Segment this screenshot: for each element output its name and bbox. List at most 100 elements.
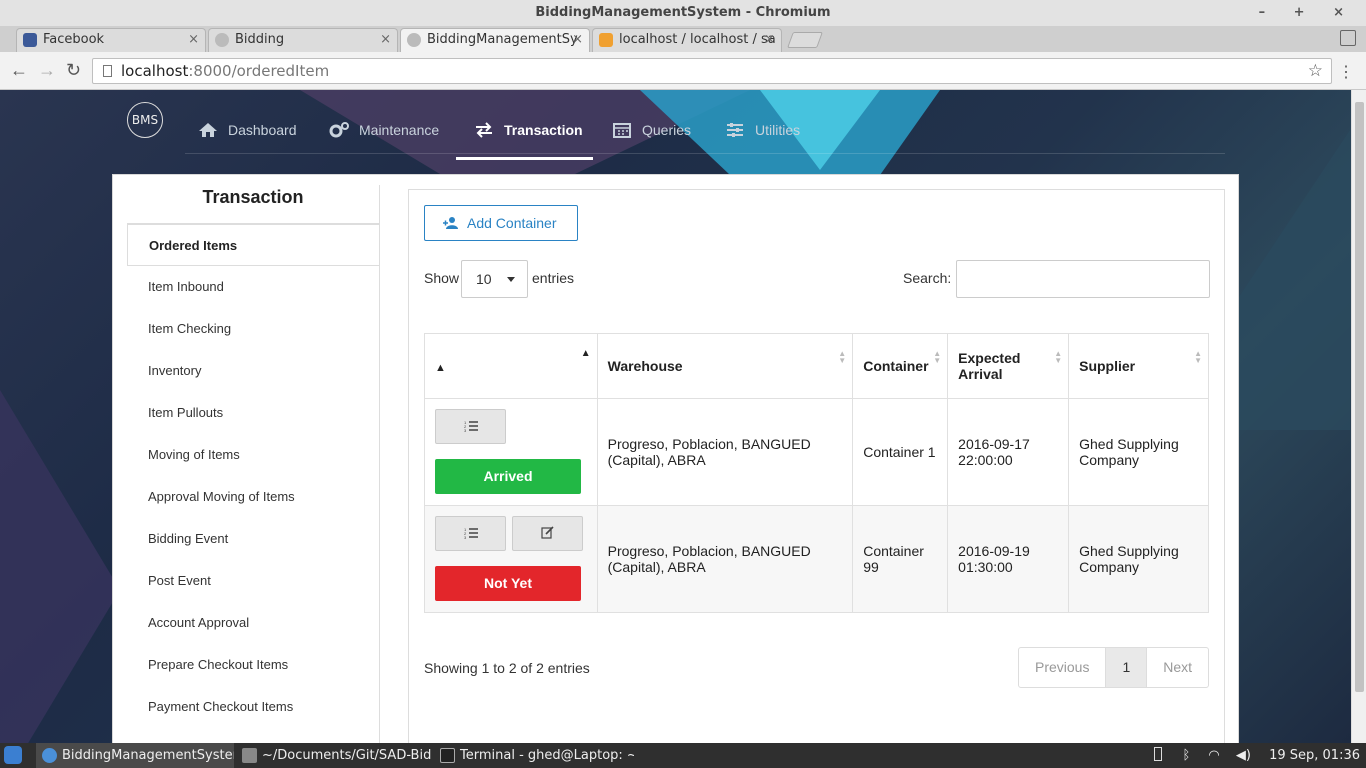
close-icon[interactable]: × xyxy=(572,29,583,51)
app-logo[interactable]: BMS xyxy=(127,102,163,138)
taskbar-item-terminal[interactable]: Terminal - ghed@Laptop: ~/... xyxy=(434,743,634,768)
tab-label: BiddingManagementSy xyxy=(427,32,578,47)
edit-icon xyxy=(541,526,554,539)
table-header-row: ▲ ▲ Warehouse ▲▼ Container ▲▼ Expected xyxy=(424,333,1209,399)
page-scrollbar[interactable] xyxy=(1351,90,1366,743)
sidebar-item-prepare-checkout[interactable]: Prepare Checkout Items xyxy=(127,644,379,686)
sidebar-item-item-inbound[interactable]: Item Inbound xyxy=(127,266,379,308)
close-icon[interactable]: × xyxy=(188,29,199,51)
cell-expected-arrival: 2016-09-17 22:00:00 xyxy=(947,398,1070,506)
tab-facebook[interactable]: Facebook × xyxy=(16,28,206,52)
sidebar-item-payment-checkout[interactable]: Payment Checkout Items xyxy=(127,686,379,728)
sidebar-item-account-approval[interactable]: Account Approval xyxy=(127,602,379,644)
sliders-icon xyxy=(727,123,743,137)
page-size-select[interactable]: 10 xyxy=(461,260,528,298)
back-icon[interactable]: ← xyxy=(10,60,28,81)
address-bar[interactable]: localhost:8000/orderedItem ☆ xyxy=(92,58,1332,84)
nav-label: Queries xyxy=(642,122,692,138)
status-not-yet-button[interactable]: Not Yet xyxy=(435,566,581,601)
sidebar-item-approval-moving[interactable]: Approval Moving of Items xyxy=(127,476,379,518)
wifi-icon[interactable]: ◠ xyxy=(1208,748,1219,763)
sidebar-item-bidding-event[interactable]: Bidding Event xyxy=(127,518,379,560)
menu-icon[interactable]: ⋮ xyxy=(1338,62,1354,82)
column-header-supplier[interactable]: Supplier ▲ ▼ xyxy=(1068,333,1209,399)
column-label: Supplier xyxy=(1079,358,1136,374)
view-items-button[interactable]: 123 xyxy=(435,516,506,551)
ordered-items-table: ▲ ▲ Warehouse ▲▼ Container ▲▼ Expected xyxy=(424,333,1209,613)
page-viewport: BMS Dashboard Maintenance Transaction Qu… xyxy=(0,90,1351,743)
phpmyadmin-icon xyxy=(599,33,613,47)
sort-icon: ▲ ▼ xyxy=(1194,349,1202,365)
nav-label: Transaction xyxy=(504,122,583,138)
reload-icon[interactable]: ↻ xyxy=(66,60,81,81)
list-ol-icon: 123 xyxy=(464,420,478,433)
tab-phpmyadmin[interactable]: localhost / localhost / sa × xyxy=(592,28,782,52)
cell-supplier: Ghed Supplying Company xyxy=(1068,505,1209,613)
view-items-button[interactable]: 123 xyxy=(435,409,506,444)
tab-bidding[interactable]: Bidding × xyxy=(208,28,398,52)
profile-icon[interactable] xyxy=(1340,30,1356,46)
sort-asc-indicator: ▲ xyxy=(435,362,446,374)
volume-icon[interactable]: ◀) xyxy=(1236,748,1251,763)
start-menu-icon[interactable] xyxy=(4,746,22,764)
tab-strip: Facebook × Bidding × BiddingManagementSy… xyxy=(0,26,1366,52)
sidebar-item-item-checking[interactable]: Item Checking xyxy=(127,308,379,350)
pagination-previous[interactable]: Previous xyxy=(1019,648,1107,687)
close-icon[interactable]: × xyxy=(380,29,391,51)
column-header-container[interactable]: Container ▲ ▼ xyxy=(852,333,949,399)
bookmark-star-icon[interactable]: ☆ xyxy=(1308,59,1323,83)
battery-icon[interactable] xyxy=(1154,747,1163,761)
scrollbar-thumb[interactable] xyxy=(1355,102,1364,692)
sidebar-item-item-replacement[interactable]: Item Replacement xyxy=(127,728,379,743)
sort-icon: ▲ ▼ xyxy=(933,349,942,365)
window-controls[interactable]: – + × xyxy=(1259,0,1356,26)
sidebar-item-inventory[interactable]: Inventory xyxy=(127,350,379,392)
system-tray: ᛒ ◠ ◀) 19 Sep, 01:36 xyxy=(1154,743,1366,768)
sidebar-item-ordered-items[interactable]: Ordered Items xyxy=(127,224,379,266)
status-arrived-button[interactable]: Arrived xyxy=(435,459,581,494)
taskbar-item-chromium[interactable]: BiddingManagementSystem... xyxy=(36,743,234,768)
page-icon xyxy=(103,65,112,77)
pagination-next[interactable]: Next xyxy=(1147,648,1208,687)
add-container-button[interactable]: Add Container xyxy=(424,205,578,241)
sort-icon: ▲ ▼ xyxy=(1054,349,1063,365)
sidebar-title: Transaction xyxy=(127,185,379,224)
edit-button[interactable] xyxy=(512,516,583,551)
cell-container: Container 1 xyxy=(852,398,949,506)
table-info: Showing 1 to 2 of 2 entries xyxy=(424,660,590,676)
entries-label: entries xyxy=(532,270,575,286)
taskbar-item-files[interactable]: ~/Documents/Git/SAD-Biddi... xyxy=(236,743,432,768)
tab-label: localhost / localhost / sa xyxy=(619,32,776,47)
table-row: 123 Arrived Progreso, Poblacion, BANGUED… xyxy=(424,398,1209,506)
new-tab-button[interactable] xyxy=(787,32,823,48)
sidebar-item-item-pullouts[interactable]: Item Pullouts xyxy=(127,392,379,434)
svg-text:3: 3 xyxy=(464,428,467,432)
row-actions: 123 Not Yet xyxy=(424,505,598,613)
url-host: localhost xyxy=(121,62,189,80)
pagination: Previous 1 Next xyxy=(1018,647,1210,688)
add-container-label: Add Container xyxy=(467,215,557,231)
bluetooth-icon[interactable]: ᛒ xyxy=(1182,748,1190,763)
window-titlebar: BiddingManagementSystem - Chromium – + × xyxy=(0,0,1366,26)
search-input[interactable] xyxy=(956,260,1210,298)
chevron-down-icon xyxy=(507,277,515,282)
window-title: BiddingManagementSystem - Chromium xyxy=(535,5,831,20)
gears-icon xyxy=(329,122,349,138)
sidebar-item-post-event[interactable]: Post Event xyxy=(127,560,379,602)
clock[interactable]: 19 Sep, 01:36 xyxy=(1269,748,1360,763)
sidebar-item-moving-of-items[interactable]: Moving of Items xyxy=(127,434,379,476)
taskbar-item-label: Terminal - ghed@Laptop: ~/... xyxy=(460,748,634,763)
column-header-actions[interactable]: ▲ ▲ xyxy=(424,333,598,399)
taskbar-item-label: BiddingManagementSystem... xyxy=(62,748,234,763)
row-actions: 123 Arrived xyxy=(424,398,598,506)
nav-label: Utilities xyxy=(755,122,801,138)
pagination-page-1[interactable]: 1 xyxy=(1106,648,1148,687)
folder-icon xyxy=(242,748,257,763)
svg-text:3: 3 xyxy=(464,535,467,539)
forward-icon[interactable]: → xyxy=(38,60,56,81)
sidebar: Transaction Ordered Items Item Inbound I… xyxy=(127,185,380,743)
column-header-warehouse[interactable]: Warehouse ▲ ▼ xyxy=(596,333,854,399)
tab-bidding-management[interactable]: BiddingManagementSy × xyxy=(400,28,590,52)
column-header-expected-arrival[interactable]: Expected Arrival ▲ ▼ xyxy=(947,333,1070,399)
close-icon[interactable]: × xyxy=(764,29,775,51)
